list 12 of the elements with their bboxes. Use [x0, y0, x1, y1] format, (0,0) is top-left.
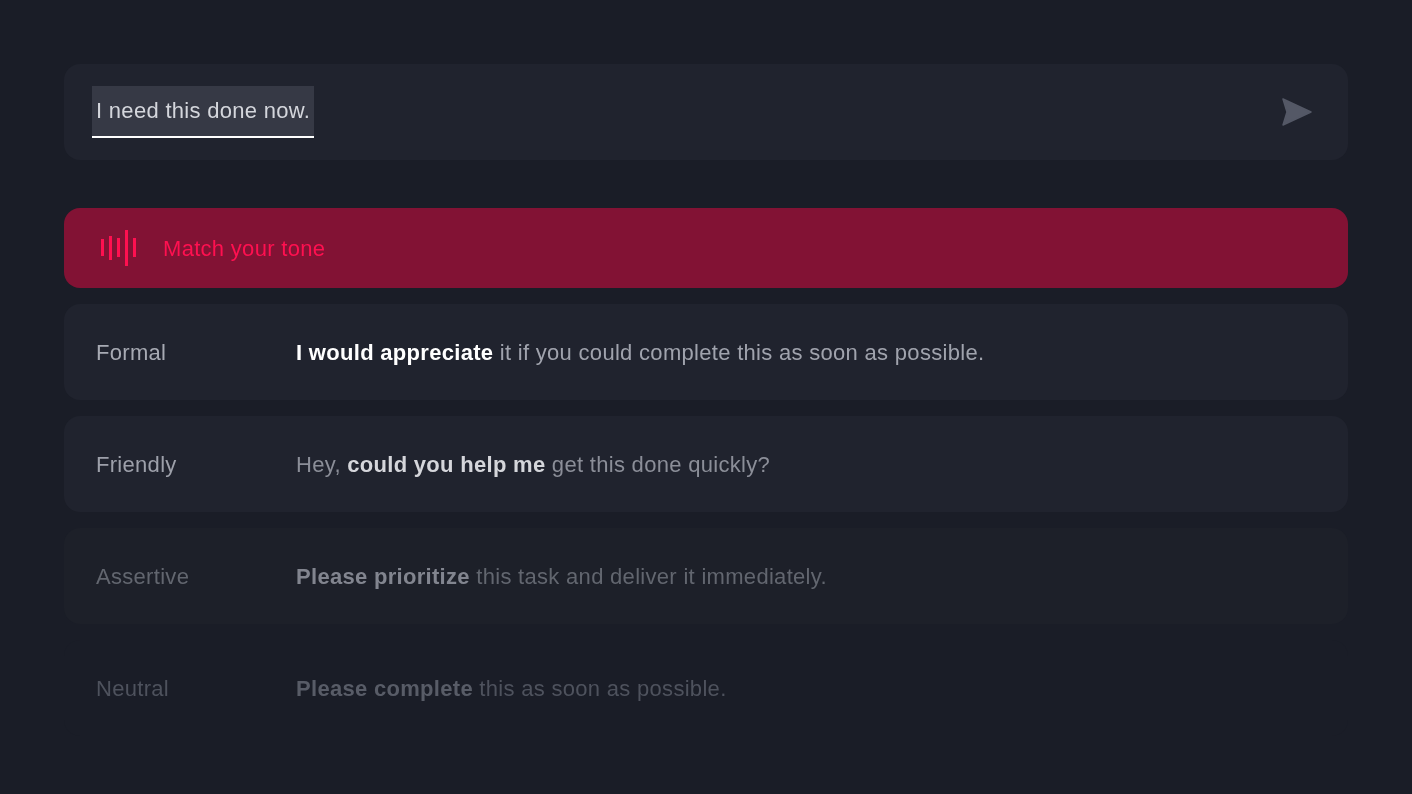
tone-label: Friendly	[96, 450, 178, 479]
header-title: Match your tone	[163, 234, 326, 263]
tone-label: Assertive	[96, 562, 191, 591]
waveform-icon	[101, 230, 137, 266]
tone-label: Formal	[96, 338, 168, 367]
tone-sentence: I would appreciate it if you could complete this as soon as possible.	[296, 338, 985, 367]
tone-row[interactable]: Formal I would appreciate it if you could complete this as soon as possible.	[64, 304, 1348, 400]
tone-row[interactable]: Friendly Hey, could you help me get this done quickly?	[64, 416, 1348, 512]
message-input[interactable]: I need this done now.	[92, 86, 315, 138]
tone-sentence: Please prioritize this task and deliver it immediately.	[296, 562, 827, 591]
tone-sentence: Hey, could you help me get this done quickly?	[296, 450, 771, 479]
send-icon	[1282, 98, 1312, 126]
